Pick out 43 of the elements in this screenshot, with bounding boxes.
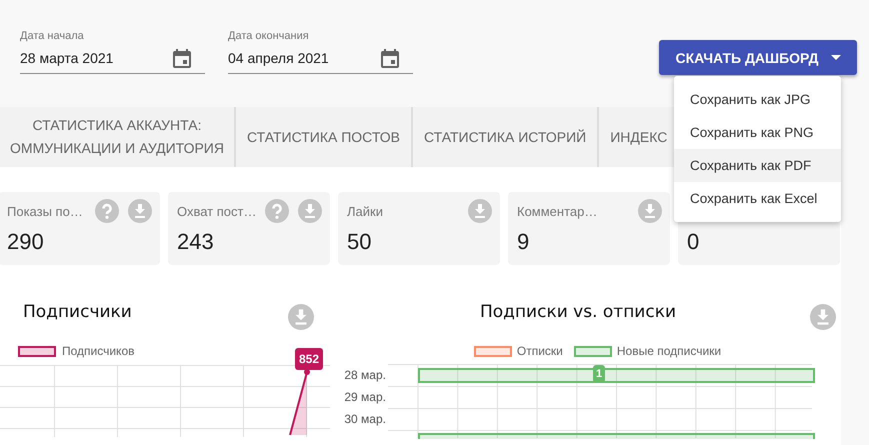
tab[interactable]: СТАТИСТИКА ПОСТОВ	[236, 107, 413, 167]
stat-value: 9	[517, 229, 530, 255]
chart-title: Подписчики	[23, 302, 132, 322]
data-label: 1	[593, 365, 606, 383]
help-icon[interactable]	[265, 199, 289, 223]
download-icon[interactable]	[288, 304, 314, 330]
download-icon[interactable]	[468, 199, 492, 223]
help-icon[interactable]	[95, 199, 119, 223]
axis-label: 29 мар.	[344, 389, 386, 406]
legend-label: Новые подписчики	[616, 344, 722, 358]
data-label: 852	[295, 348, 324, 370]
date-field[interactable]: Дата окончания 04 апреля 2021	[228, 30, 413, 74]
menu-item[interactable]: Сохранить как PDF	[674, 149, 841, 182]
stat-label: Охват пост…	[177, 204, 258, 218]
download-icon[interactable]	[810, 304, 836, 330]
download-icon[interactable]	[298, 199, 322, 223]
axis-label: 28 мар.	[344, 367, 386, 384]
stat-value: 50	[347, 229, 372, 255]
stat-value: 243	[177, 229, 215, 255]
caret-icon	[830, 55, 840, 60]
download-icon[interactable]	[638, 199, 662, 223]
calendar-icon[interactable]	[173, 48, 191, 68]
calendar-icon[interactable]	[381, 48, 399, 68]
download-icon[interactable]	[128, 199, 152, 223]
stat-value: 290	[7, 229, 45, 255]
download-dashboard-button[interactable]: СКАЧАТЬ ДАШБОРД	[659, 40, 857, 75]
tab[interactable]: СТАТИСТИКА АККАУНТА: ОММУНИКАЦИИ И АУДИТОРИЯ	[0, 107, 236, 167]
stat-label: Комментар…	[517, 204, 598, 218]
field-value: 04 апреля 2021	[228, 50, 329, 66]
legend-label: Подписчиков	[62, 344, 134, 358]
tab[interactable]: СТАТИСТИКА ИСТОРИЙ	[412, 107, 600, 167]
axis-label: 30 мар.	[344, 411, 386, 428]
field-label: Дата окончания	[228, 30, 310, 42]
legend-label: Отписки	[516, 344, 563, 358]
menu-item[interactable]: Сохранить как Excel	[674, 182, 841, 215]
field-value: 28 марта 2021	[20, 50, 114, 66]
stat-label: Лайки	[347, 204, 384, 218]
line-series	[286, 369, 310, 435]
stat-label: Показы по…	[7, 204, 84, 218]
stat-value: 0	[687, 229, 700, 255]
chart-title: Подписки vs. отписки	[480, 302, 676, 322]
field-label: Дата начала	[20, 30, 85, 42]
date-field[interactable]: Дата начала 28 марта 2021	[20, 30, 205, 74]
